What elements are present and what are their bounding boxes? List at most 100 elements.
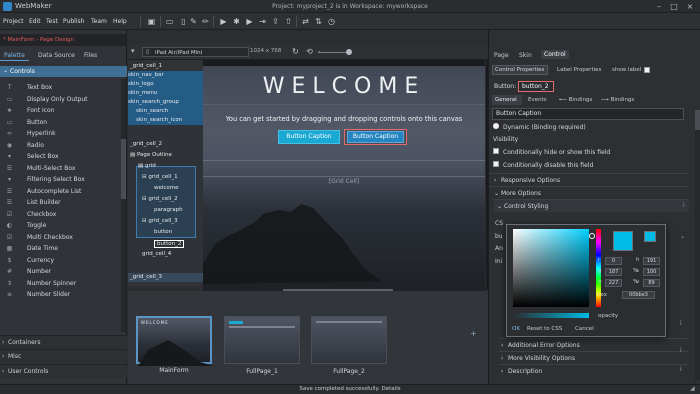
refresh-icon[interactable]: ↻	[290, 46, 301, 57]
outline-item[interactable]: welcome	[128, 184, 205, 193]
palette-item[interactable]: ★ Font Icon	[0, 105, 120, 117]
section-description[interactable]: › Description	[499, 364, 689, 377]
color-field-input[interactable]: 89	[643, 279, 660, 287]
outline-item[interactable]: _grid_cell_1	[128, 62, 205, 71]
color-field-input[interactable]: 191	[643, 257, 660, 265]
thumbnail-mainform[interactable]: WELCOME MainForm	[136, 316, 214, 374]
accordion-misc[interactable]: › Misc	[0, 349, 127, 363]
save-icon[interactable]: ▣	[146, 16, 157, 27]
tab-palette[interactable]: Palette	[4, 52, 25, 59]
menu-test[interactable]: Test	[46, 18, 58, 25]
minimize-icon[interactable]: –	[652, 1, 666, 12]
tab-skin[interactable]: Skin	[519, 52, 532, 59]
info-icon[interactable]: i	[683, 202, 685, 209]
outline-item[interactable]: skin_logo	[128, 80, 205, 89]
tab-bindings-in[interactable]: ⟵ Bindings	[559, 97, 592, 103]
outline-item[interactable]: ▤ Page Outline	[128, 151, 205, 160]
palette-item[interactable]: ▾ Filtering Select Box	[0, 174, 120, 186]
tab-bindings-out[interactable]: ⟶ Bindings	[601, 97, 634, 103]
ok-button[interactable]: OK	[512, 326, 520, 332]
outline-item[interactable]: grid_cell_4	[128, 250, 205, 259]
section-more-options[interactable]: ⌄ More Options	[489, 186, 689, 199]
outline-item[interactable]: skin_search	[128, 107, 205, 116]
outline-item[interactable]: skin_nav_bar	[128, 71, 205, 80]
outline-item[interactable]: ▤ grid	[128, 162, 205, 171]
accordion-containers[interactable]: › Containers	[0, 335, 127, 349]
menu-publish[interactable]: Publish	[63, 18, 84, 25]
color-field-input[interactable]: 0	[605, 257, 622, 265]
outline-item[interactable]: _grid_cell_3	[128, 273, 205, 282]
add-page-icon[interactable]: +	[470, 329, 477, 338]
subtab-label-properties[interactable]: Label Properties	[557, 67, 601, 73]
canvas-paragraph[interactable]: You can get started by dragging and drop…	[203, 115, 485, 123]
palette-item[interactable]: ⇕ Number Spinner	[0, 278, 120, 290]
tab-general[interactable]: General	[492, 95, 522, 105]
sync-icon[interactable]: ⇅	[313, 16, 324, 27]
info-icon[interactable]: i	[680, 347, 682, 354]
scrollbar[interactable]	[121, 79, 126, 332]
control-name-input[interactable]: button_2	[518, 81, 554, 92]
section-additional-error-options[interactable]: › Additional Error Options	[499, 338, 689, 351]
thumbnail-fullpage-2[interactable]: FullPage_2	[311, 316, 387, 375]
menu-edit[interactable]: Edit	[29, 18, 41, 25]
device-select[interactable]: ▯ iPad Air/iPad Mini	[142, 47, 249, 57]
section-responsive-options[interactable]: › Responsive Options	[489, 173, 689, 186]
canvas-button-2-selection[interactable]: Button Caption	[344, 129, 407, 145]
saturation-value-area[interactable]	[513, 229, 589, 307]
tab-data-source[interactable]: Data Source	[38, 52, 75, 59]
palette-item[interactable]: ☰ Multi-Select Box	[0, 163, 120, 175]
reset-to-css-button[interactable]: Reset to CSS	[527, 326, 562, 332]
upload-icon[interactable]: ⇪	[270, 16, 281, 27]
canvas-heading[interactable]: WELCOME	[203, 74, 485, 99]
cond-hide-checkbox[interactable]	[493, 148, 499, 154]
info-icon[interactable]: i	[680, 366, 682, 373]
step-icon[interactable]: ⇥	[257, 16, 268, 27]
outline-item[interactable]: button	[128, 228, 205, 237]
opacity-slider[interactable]	[513, 313, 589, 318]
team-icon[interactable]: ⇄	[300, 16, 311, 27]
section-control-styling[interactable]: ⌄ Control Styling i	[494, 199, 689, 212]
maximize-icon[interactable]: □	[667, 1, 681, 12]
controls-section-header[interactable]: ⌄ Controls	[0, 66, 127, 77]
palette-item[interactable]: ☑ Multi Checkbox	[0, 232, 120, 244]
palette-item[interactable]: ☰ Autocomplete List	[0, 186, 120, 198]
outline-item[interactable]: _grid_cell_2	[128, 140, 205, 149]
zoom-out-icon[interactable]: -	[314, 46, 325, 57]
menu-help[interactable]: Help	[113, 18, 127, 25]
chevron-down-icon[interactable]: ⌄	[680, 233, 685, 240]
palette-item[interactable]: ☰ List Builder	[0, 197, 120, 209]
outline-item[interactable]: skin_search_icon	[128, 116, 205, 125]
outline-item[interactable]: skin_menu	[128, 89, 205, 98]
picker-cursor[interactable]	[589, 233, 595, 239]
palette-item[interactable]: ▭ Display Only Output	[0, 94, 120, 106]
zoom-slider-handle[interactable]	[346, 49, 352, 55]
thumbnail-fullpage-1[interactable]: FullPage_1	[224, 316, 300, 375]
dynamic-radio[interactable]	[493, 123, 499, 129]
palette-item[interactable]: ☑ Checkbox	[0, 209, 120, 221]
publish-icon[interactable]: ⇧	[283, 16, 294, 27]
palette-item[interactable]: T Text Box	[0, 82, 120, 94]
outline-item[interactable]: ⊟ grid_cell_3	[128, 217, 205, 226]
canvas-button-2[interactable]: Button Caption	[347, 131, 404, 143]
history-icon[interactable]: ◷	[326, 16, 337, 27]
section-more-visibility-options[interactable]: › More Visibility Options	[499, 351, 689, 364]
show-label-checkbox[interactable]	[644, 67, 650, 73]
subtab-control-properties[interactable]: Control Properties	[492, 65, 548, 75]
run-icon[interactable]: ▶	[244, 16, 255, 27]
palette-item[interactable]: ≡ Number Slider	[0, 289, 120, 301]
outline-item[interactable]: ⊟ grid_cell_2	[128, 195, 205, 204]
pencil-icon[interactable]: ✏	[200, 16, 211, 27]
outline-item[interactable]: paragraph	[128, 206, 205, 215]
outline-item[interactable]: button_2	[128, 239, 205, 248]
cancel-button[interactable]: Cancel	[575, 326, 594, 332]
menu-team[interactable]: Team	[91, 18, 107, 25]
palette-item[interactable]: ◐ Toggle	[0, 220, 120, 232]
caption-input[interactable]: Button Caption	[492, 108, 684, 120]
design-canvas[interactable]: WELCOME You can get started by dragging …	[203, 60, 485, 293]
menu-project[interactable]: Project	[3, 18, 24, 25]
tab-control[interactable]: Control	[541, 50, 569, 59]
properties-scrollbar[interactable]	[695, 110, 700, 380]
play-icon[interactable]: ▶	[218, 16, 229, 27]
palette-item[interactable]: ▾ Select Box	[0, 151, 120, 163]
cond-disable-checkbox[interactable]	[493, 161, 499, 167]
